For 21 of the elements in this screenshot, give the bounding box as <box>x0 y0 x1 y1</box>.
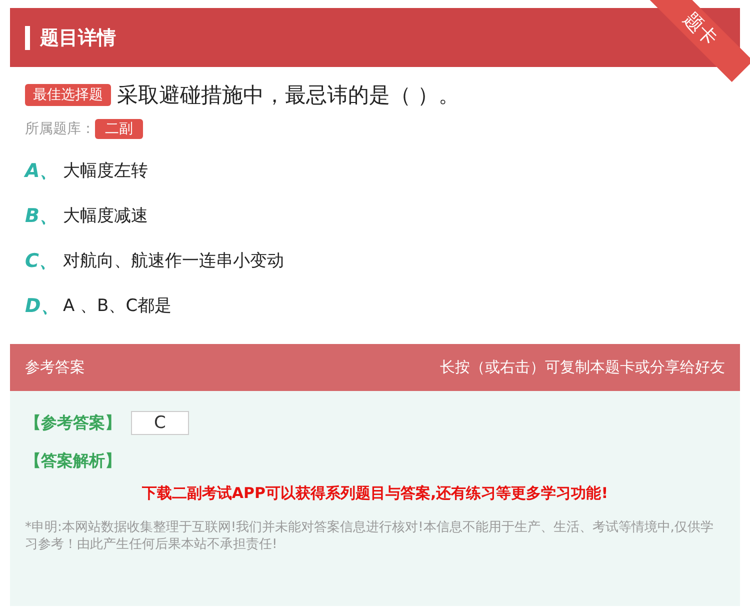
answer-header-title: 参考答案 <box>25 358 85 377</box>
option-text: 大幅度左转 <box>63 160 148 182</box>
question-text: 采取避碰措施中，最忌讳的是（ ）。 <box>117 82 460 109</box>
bank-tag: 二副 <box>95 119 143 139</box>
option-letter: B、 <box>25 204 60 228</box>
answer-label: 【参考答案】 <box>25 412 121 434</box>
option-text: 对航向、航速作一连串小变动 <box>63 250 284 272</box>
share-hint: 长按（或右击）可复制本题卡或分享给好友 <box>440 358 725 377</box>
option-letter: C、 <box>25 248 59 274</box>
option-text: 大幅度减速 <box>63 205 148 227</box>
title-marker <box>25 26 30 50</box>
disclaimer-text: *申明:本网站数据收集整理于互联网!我们并未能对答案信息进行核对!本信息不能用于生产、生活、考试等情境中,仅供学习参考！由此产生任何后果本站不承担责任! <box>25 519 714 553</box>
question-type-tag: 最佳选择题 <box>25 84 111 106</box>
promo-text: 下载二副考试APP可以获得系列题目与答案,还有练习等更多学习功能! <box>140 484 610 503</box>
bank-label: 所属题库： <box>25 120 95 138</box>
answer-value: C <box>131 411 189 435</box>
page-title: 题目详情 <box>40 26 116 50</box>
analysis-label: 【答案解析】 <box>25 451 122 472</box>
option-letter: A、 <box>25 158 60 184</box>
option-letter: D、 <box>25 294 61 318</box>
option-text: A 、B、C都是 <box>63 295 172 317</box>
